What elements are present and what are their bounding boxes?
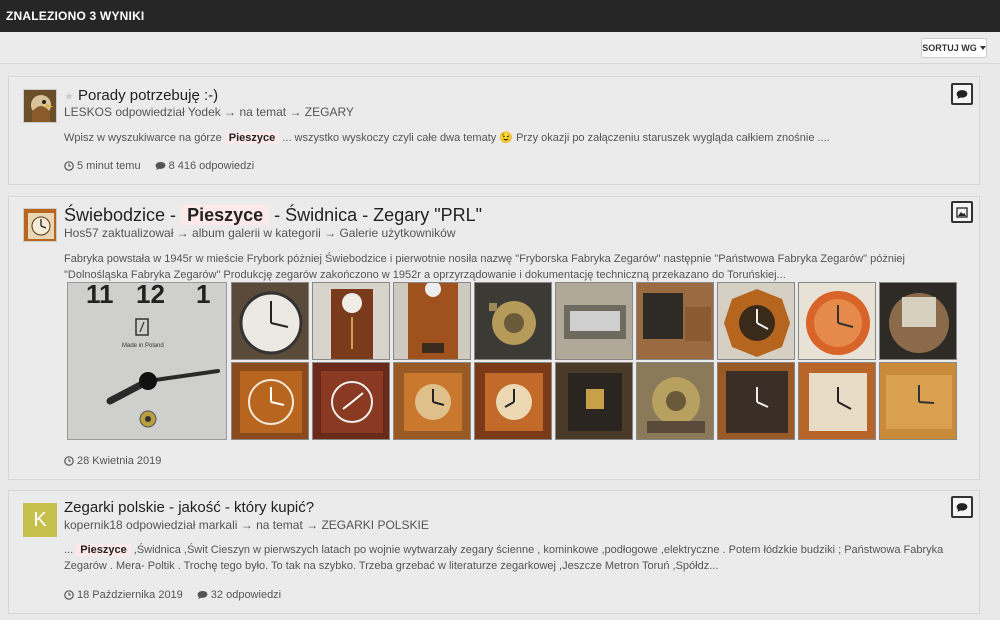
gallery-thumbnail[interactable] [312, 362, 390, 440]
search-result: K Zegarki polskie - jakość - który kupić… [8, 490, 980, 614]
sort-button-label: SORTUJ WG [922, 43, 977, 53]
result-meta: 5 minut temu 8 416 odpowiedzi [64, 160, 254, 172]
result-meta: 18 Października 2019 32 odpowiedzi [64, 589, 281, 601]
search-result: Świebodzice - Pieszyce - Świdnica - Zega… [8, 196, 980, 480]
replies-text: 32 odpowiedzi [210, 589, 282, 601]
result-subtitle[interactable]: kopernik18 odpowiedział markali → na tem… [64, 518, 429, 532]
topic-type-button[interactable] [951, 83, 973, 105]
clock-icon [64, 161, 74, 171]
result-subtitle[interactable]: Hos57 zaktualizował → album galerii w ka… [64, 226, 456, 240]
clock-icon [64, 590, 74, 600]
star-icon: ★ [64, 91, 74, 103]
result-subtitle[interactable]: LESKOS odpowiedział Yodek → na temat → Z… [64, 105, 354, 119]
gallery-main-image[interactable]: 11 12 1 Made in Poland [67, 282, 227, 440]
gallery-thumbnail[interactable] [879, 362, 957, 440]
topic-type-button[interactable] [951, 496, 973, 518]
gallery-thumbnail[interactable] [393, 362, 471, 440]
results-count-title: ZNALEZIONO 3 WYNIKI [6, 9, 145, 23]
image-icon [956, 206, 968, 218]
sort-bar: SORTUJ WG [0, 32, 1000, 64]
time-text: 5 minut temu [77, 160, 141, 172]
gallery-thumbnail[interactable] [717, 362, 795, 440]
page-header: ZNALEZIONO 3 WYNIKI [0, 0, 1000, 32]
comment-icon [956, 89, 968, 99]
gallery-thumbnail[interactable] [312, 282, 390, 360]
result-replies[interactable]: 8 416 odpowiedzi [155, 160, 255, 172]
gallery-thumbnail[interactable] [717, 282, 795, 360]
snippet-text: ,Świdnica ,Świt Cieszyn w pierwszych lat… [64, 544, 944, 572]
time-text: 28 Kwietnia 2019 [77, 455, 162, 467]
gallery-thumbnail[interactable] [555, 362, 633, 440]
result-meta: 28 Kwietnia 2019 [64, 455, 161, 467]
clock-icon [64, 456, 74, 466]
result-time: 28 Kwietnia 2019 [64, 455, 161, 467]
gallery-thumbnail[interactable] [555, 282, 633, 360]
comment-icon [155, 162, 165, 170]
result-replies[interactable]: 32 odpowiedzi [197, 589, 281, 601]
replies-text: 8 416 odpowiedzi [168, 160, 255, 172]
caret-down-icon [979, 46, 986, 50]
result-title[interactable]: Świebodzice - Pieszyce - Świdnica - Zega… [64, 205, 482, 226]
gallery-thumbnail[interactable] [636, 362, 714, 440]
gallery-thumbnail[interactable] [798, 282, 876, 360]
result-snippet: Fabryka powstała w 1945r w mieście Frybo… [64, 253, 905, 281]
gallery-thumbnail[interactable] [474, 362, 552, 440]
svg-text:11: 11 [86, 283, 114, 309]
search-highlight: Pieszyce [76, 544, 131, 556]
time-text: 18 Października 2019 [77, 589, 183, 601]
gallery-thumbnail[interactable] [474, 282, 552, 360]
search-highlight: Pieszyce [224, 132, 280, 144]
sort-button[interactable]: SORTUJ WG [921, 38, 987, 58]
result-time: 18 Października 2019 [64, 589, 183, 601]
avatar[interactable] [23, 89, 57, 123]
gallery-thumbnail[interactable] [393, 282, 471, 360]
avatar[interactable]: K [23, 503, 57, 537]
comment-icon [197, 591, 208, 599]
svg-text:12: 12 [136, 283, 165, 309]
result-title[interactable]: ★ Porady potrzebuję :-) [64, 87, 218, 104]
snippet-text: ... [64, 544, 74, 556]
result-time: 5 minut temu [64, 160, 141, 172]
svg-text:1: 1 [196, 283, 210, 309]
photo-label: Made in Poland [122, 343, 164, 349]
gallery-thumbnail[interactable] [879, 282, 957, 360]
search-highlight: Pieszyce [181, 205, 270, 225]
result-title-text: Świebodzice - [64, 205, 177, 225]
gallery-thumbnail[interactable] [798, 362, 876, 440]
gallery-thumbnail[interactable] [231, 362, 309, 440]
snippet-text: Wpisz w wyszukiwarce na górze [64, 132, 222, 144]
result-snippet: ... Pieszyce ,Świdnica ,Świt Cieszyn w p… [64, 542, 969, 574]
result-snippet: Wpisz w wyszukiwarce na górze Pieszyce .… [64, 130, 964, 146]
result-title[interactable]: Zegarki polskie - jakość - który kupić? [64, 499, 314, 516]
result-title-text: - Świdnica - Zegary "PRL" [274, 205, 482, 225]
avatar[interactable] [23, 208, 57, 242]
gallery-thumbnail[interactable] [231, 282, 309, 360]
result-title-text: Porady potrzebuję :-) [78, 87, 219, 104]
snippet-text: ... wszystko wyskoczy czyli całe dwa tem… [282, 132, 830, 144]
gallery-thumbnail[interactable] [636, 282, 714, 360]
search-result: ★ Porady potrzebuję :-) LESKOS odpowiedz… [8, 76, 980, 185]
image-type-button[interactable] [951, 201, 973, 223]
comment-icon [956, 502, 968, 512]
